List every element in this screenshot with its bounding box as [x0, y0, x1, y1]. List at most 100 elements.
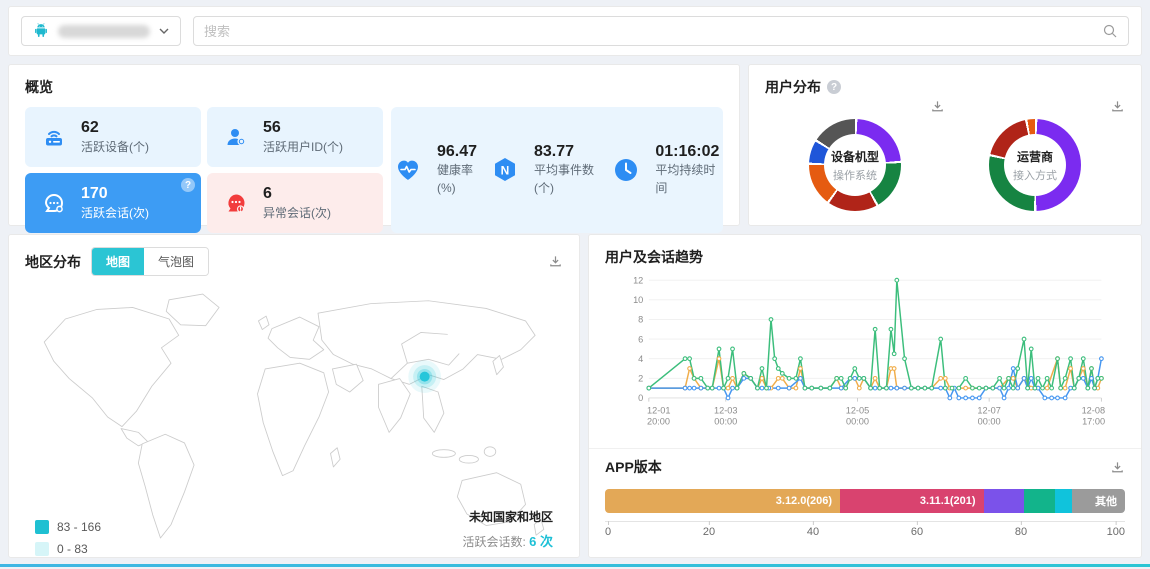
- bar-segment: 其他: [1072, 489, 1125, 513]
- svg-text:6: 6: [638, 334, 643, 344]
- panel-user-distribution: 用户分布 ? 设备机型 操作系统: [748, 64, 1142, 226]
- metric-label: 平均事件数(个): [534, 163, 594, 195]
- stat-card-abnormal-sessions[interactable]: 6 异常会话(次): [207, 173, 383, 233]
- stat-card-active-sessions[interactable]: ? 170 活跃会话(次): [25, 173, 201, 233]
- metric-avg-events: N 83.77 平均事件数(个): [488, 143, 609, 197]
- stat-card-active-users[interactable]: 56 活跃用户ID(个): [207, 107, 383, 167]
- app-version-title: APP版本: [605, 457, 662, 477]
- legend-label: 83 - 166: [57, 520, 101, 534]
- download-icon[interactable]: [548, 254, 563, 269]
- stat-label: 活跃会话(次): [81, 206, 149, 220]
- chat-icon: [39, 188, 69, 218]
- bar-segment: [984, 489, 1024, 513]
- panel-overview: 概览 62 活跃设备(个) 56 活跃用户ID(个) ?: [8, 64, 740, 226]
- app-selector-dropdown[interactable]: [21, 16, 181, 46]
- download-icon[interactable]: [1110, 99, 1125, 117]
- svg-text:2: 2: [638, 374, 643, 384]
- help-icon[interactable]: ?: [181, 178, 195, 192]
- svg-text:12: 12: [633, 275, 643, 285]
- metric-label: 健康率(%): [437, 163, 473, 195]
- donut-center-subtitle: 操作系统: [833, 167, 877, 183]
- top-bar: [8, 6, 1142, 56]
- search-input[interactable]: [204, 24, 1102, 39]
- legend-swatch: [35, 520, 49, 534]
- footnote-label: 活跃会话数:: [462, 535, 525, 549]
- trends-title: 用户及会话趋势: [605, 247, 1125, 267]
- panel-region-distribution: 地区分布 地图 气泡图: [8, 234, 580, 558]
- panel-trends-appversion: 用户及会话趋势 0 2 4 6 8 10 12 12-0120:00 12-0300:00 12-…: [588, 234, 1142, 558]
- download-icon[interactable]: [1110, 460, 1125, 475]
- app-version-bar: 3.12.0(206)3.11.1(201)其他: [605, 489, 1125, 513]
- user-distribution-title: 用户分布: [765, 77, 821, 97]
- chevron-down-icon: [158, 25, 170, 37]
- stat-value: 170: [81, 185, 108, 202]
- metric-value: 01:16:02: [655, 143, 719, 160]
- svg-text:4: 4: [638, 354, 643, 364]
- help-icon[interactable]: ?: [827, 80, 841, 94]
- metric-value: 96.47: [437, 143, 477, 160]
- donut-chart-carrier: 运营商 接入方式: [989, 119, 1081, 211]
- svg-text:12-0300:00: 12-0300:00: [714, 406, 738, 427]
- stat-label: 活跃设备(个): [81, 140, 149, 154]
- footnote-value: 6 次: [529, 534, 553, 549]
- svg-text:8: 8: [638, 315, 643, 325]
- stat-value: 62: [81, 119, 99, 136]
- search-box: [193, 16, 1129, 46]
- toggle-map-button[interactable]: 地图: [92, 248, 144, 275]
- legend-swatch: [35, 542, 49, 556]
- axis-tick-label: 100: [1107, 526, 1125, 538]
- metric-value: 83.77: [534, 143, 574, 160]
- footnote-title: 未知国家和地区: [462, 508, 553, 525]
- toggle-bubble-button[interactable]: 气泡图: [144, 248, 208, 275]
- svg-text:12-0500:00: 12-0500:00: [846, 406, 870, 427]
- region-title: 地区分布: [25, 252, 81, 272]
- legend-item[interactable]: 0 - 83: [35, 542, 101, 556]
- svg-text:12-0120:00: 12-0120:00: [647, 406, 671, 427]
- bar-segment: 3.11.1(201): [840, 489, 984, 513]
- axis-tick-label: 40: [807, 526, 819, 538]
- axis-tick-label: 0: [605, 526, 611, 538]
- stat-value: 56: [263, 119, 281, 136]
- overview-title: 概览: [25, 77, 723, 97]
- user-icon: [221, 122, 251, 152]
- donut-center-title: 运营商: [1017, 148, 1053, 165]
- download-icon[interactable]: [930, 99, 945, 117]
- svg-text:12-0700:00: 12-0700:00: [977, 406, 1001, 427]
- bar-segment: [1024, 489, 1055, 513]
- map-marker: [408, 360, 441, 393]
- hexagon-n-icon: N: [488, 153, 522, 187]
- stat-card-active-devices[interactable]: 62 活跃设备(个): [25, 107, 201, 167]
- device-icon: [39, 122, 69, 152]
- map-footnote: 未知国家和地区 活跃会话数: 6 次: [462, 508, 553, 550]
- legend-item[interactable]: 83 - 166: [35, 520, 101, 534]
- svg-text:10: 10: [633, 295, 643, 305]
- trend-chart: 0 2 4 6 8 10 12 12-0120:00 12-0300:00 12-0500:00 1…: [605, 271, 1125, 442]
- heart-pulse-icon: [391, 153, 425, 187]
- donut-carrier-block: 运营商 接入方式: [945, 99, 1125, 211]
- metric-health-rate: 96.47 健康率(%): [391, 143, 488, 197]
- svg-text:12-0817:00: 12-0817:00: [1082, 406, 1106, 427]
- svg-text:0: 0: [638, 393, 643, 403]
- chat-alert-icon: [221, 188, 251, 218]
- android-icon: [32, 22, 50, 40]
- map-legend: 83 - 166 0 - 83: [35, 512, 101, 556]
- clock-icon: [609, 153, 643, 187]
- stat-label: 活跃用户ID(个): [263, 140, 343, 154]
- donut-chart-device-model: 设备机型 操作系统: [809, 119, 901, 211]
- svg-text:N: N: [501, 164, 510, 178]
- axis-tick-label: 60: [911, 526, 923, 538]
- map-view-toggle: 地图 气泡图: [91, 247, 209, 276]
- overview-metrics-card: 96.47 健康率(%) N 83.77 平均事件数(个) 01:16:02 平均持续…: [391, 107, 723, 233]
- stat-value: 6: [263, 185, 272, 202]
- metric-avg-duration: 01:16:02 平均持续时间: [609, 143, 723, 197]
- world-map[interactable]: 83 - 166 0 - 83 未知国家和地区 活跃会话数: 6 次: [25, 280, 563, 564]
- donut-center-title: 设备机型: [831, 148, 879, 165]
- search-icon[interactable]: [1102, 23, 1118, 39]
- bar-segment: [1055, 489, 1072, 513]
- legend-label: 0 - 83: [57, 542, 88, 556]
- donut-center-subtitle: 接入方式: [1013, 167, 1057, 183]
- metric-label: 平均持续时间: [655, 163, 715, 195]
- axis-tick-label: 80: [1015, 526, 1027, 538]
- stat-label: 异常会话(次): [263, 206, 331, 220]
- app-selector-blurred-name: [58, 25, 150, 38]
